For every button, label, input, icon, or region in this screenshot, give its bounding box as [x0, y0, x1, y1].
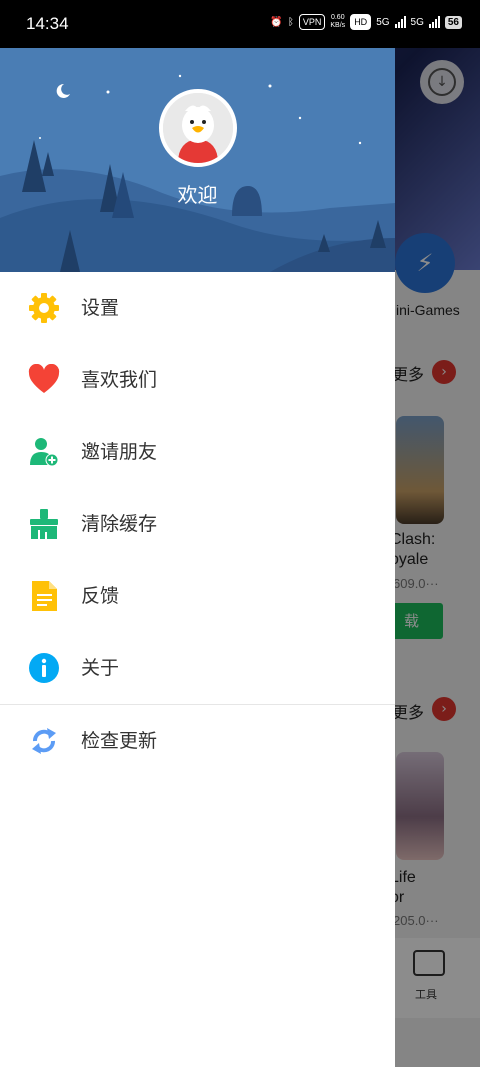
welcome-text: 欢迎 — [177, 183, 218, 207]
menu-label-clear-cache: 清除缓存 — [81, 513, 158, 535]
drawer-menu: 设置 喜欢我们 邀请朋友 清除缓存 反馈 关于 检查更新 — [0, 272, 395, 777]
menu-label-like-us: 喜欢我们 — [81, 369, 158, 391]
status-bar: 14:34 ⏰ ᛒ VPN 0.60 KB/s HD 5G 5G 56 — [0, 0, 480, 48]
network-type-1: 5G — [376, 16, 390, 28]
signal-icon — [394, 16, 406, 28]
menu-item-like-us[interactable]: 喜欢我们 — [0, 344, 395, 416]
gear-icon — [28, 292, 60, 324]
status-time: 14:34 — [26, 14, 69, 33]
menu-label-about: 关于 — [81, 657, 120, 679]
menu-label-settings: 设置 — [81, 297, 120, 319]
status-icons: ⏰ ᛒ VPN 0.60 KB/s HD 5G 5G 56 — [270, 14, 462, 30]
menu-item-check-update[interactable]: 检查更新 — [0, 705, 395, 777]
menu-label-feedback: 反馈 — [81, 585, 120, 607]
menu-item-settings[interactable]: 设置 — [0, 272, 395, 344]
broom-icon — [28, 508, 60, 540]
drawer-header: 欢迎 — [0, 48, 395, 272]
menu-item-invite-friends[interactable]: 邀请朋友 — [0, 416, 395, 488]
alarm-icon: ⏰ — [270, 16, 283, 28]
bluetooth-icon: ᛒ — [287, 16, 294, 28]
navigation-drawer: 欢迎 设置 喜欢我们 邀请朋友 清除缓存 反馈 关于 检查更新 — [0, 48, 395, 1067]
heart-icon — [28, 364, 60, 396]
refresh-icon — [28, 725, 60, 757]
menu-label-invite-friends: 邀请朋友 — [81, 441, 158, 463]
add-user-icon — [28, 436, 60, 468]
eagle-mascot-icon — [163, 93, 233, 163]
info-icon — [28, 652, 60, 684]
document-icon — [28, 580, 60, 612]
battery-icon: 56 — [444, 15, 462, 29]
vpn-badge: VPN — [298, 14, 326, 30]
menu-item-feedback[interactable]: 反馈 — [0, 560, 395, 632]
hd-badge: HD — [350, 14, 372, 30]
network-type-2: 5G — [410, 16, 424, 28]
menu-item-about[interactable]: 关于 — [0, 632, 395, 704]
network-speed: 0.60 KB/s — [330, 14, 346, 29]
signal-icon-2 — [428, 16, 440, 28]
menu-item-clear-cache[interactable]: 清除缓存 — [0, 488, 395, 560]
avatar[interactable] — [159, 89, 237, 167]
menu-label-check-update: 检查更新 — [81, 730, 158, 752]
